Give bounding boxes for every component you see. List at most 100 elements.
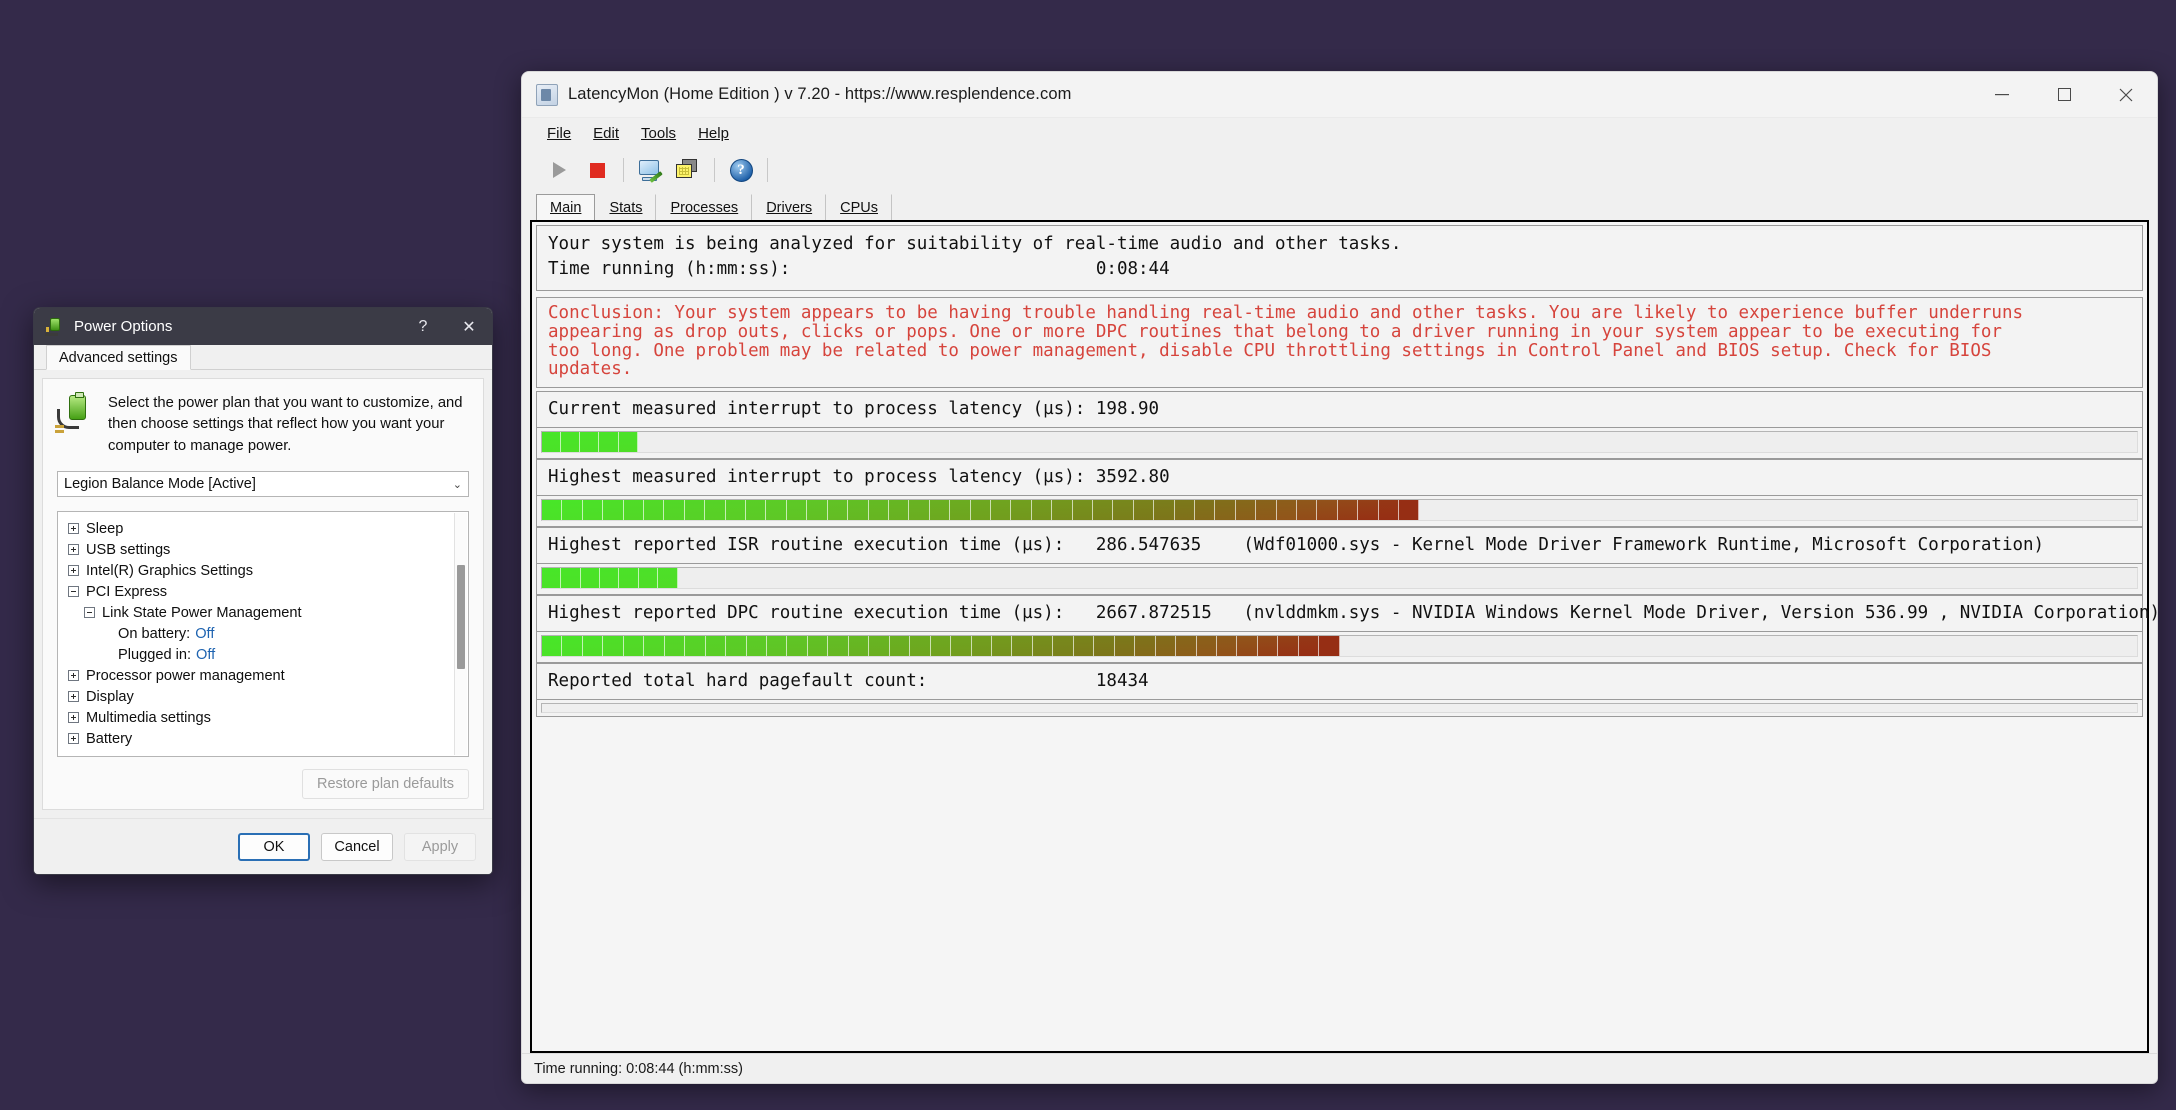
bar-segment xyxy=(970,500,991,521)
expand-icon[interactable] xyxy=(68,691,79,703)
power-settings-tree[interactable]: Sleep USB settings Intel(R) Graphics Setti… xyxy=(57,511,469,757)
power-options-titlebar[interactable]: Power Options ? ✕ xyxy=(34,308,492,345)
bar-segment xyxy=(1237,636,1258,657)
chevron-down-icon: ⌄ xyxy=(452,478,462,491)
bar-segment xyxy=(888,500,910,521)
tree-item-label: PCI Express xyxy=(86,583,168,600)
latencymon-statusbar: Time running: 0:08:44 (h:mm:ss) xyxy=(522,1053,2157,1083)
bar-segment xyxy=(580,568,601,589)
bar-segment xyxy=(664,636,686,657)
tab-main-label: Main xyxy=(550,200,582,216)
tab-advanced-settings[interactable]: Advanced settings xyxy=(46,345,191,370)
bar-segment xyxy=(1052,500,1073,521)
bar-segment xyxy=(685,636,706,657)
bar-segment xyxy=(600,568,620,589)
tree-item[interactable]: Display xyxy=(62,686,468,707)
bar-segment xyxy=(889,636,911,657)
tree-item[interactable]: Sleep xyxy=(62,518,468,539)
tree-item[interactable]: Multimedia settings xyxy=(62,707,468,728)
bar-segment xyxy=(1174,500,1195,521)
tree-item-label: Plugged in: xyxy=(118,646,192,663)
pagefault-metric: Reported total hard pagefault count: 184… xyxy=(536,663,2143,718)
tree-item-value[interactable]: Off xyxy=(196,647,215,663)
conclusion-line-1: Conclusion: Your system appears to be ha… xyxy=(548,302,2024,323)
bar-segment xyxy=(1113,500,1134,521)
maximize-icon[interactable] xyxy=(2033,72,2095,117)
menu-edit[interactable]: Edit xyxy=(582,122,630,145)
help-icon[interactable]: ? xyxy=(400,308,446,345)
tab-processes[interactable]: Processes xyxy=(656,194,753,220)
cancel-button[interactable]: Cancel xyxy=(321,832,393,861)
tree-item[interactable]: PCI Express xyxy=(62,581,468,602)
metric-bar-track xyxy=(541,567,2138,590)
expand-icon[interactable] xyxy=(68,670,79,682)
bar-segment xyxy=(951,636,972,657)
latencymon-menubar: File Edit Tools Help xyxy=(522,118,2157,149)
bar-segment xyxy=(1114,636,1136,657)
bar-segment xyxy=(1094,636,1115,657)
tree-item-label: On battery: xyxy=(118,625,191,642)
tab-processes-label: Processes xyxy=(670,200,739,216)
menu-edit-label: Edit xyxy=(593,125,620,142)
tree-item[interactable]: Intel(R) Graphics Settings xyxy=(62,560,468,581)
tree-scrollbar[interactable] xyxy=(454,513,467,755)
restore-plan-defaults-button[interactable]: Restore plan defaults xyxy=(301,769,469,799)
latencymon-titlebar[interactable]: LatencyMon (Home Edition ) v 7.20 - http… xyxy=(522,72,2157,118)
bar-segment xyxy=(787,636,808,657)
tree-item-value[interactable]: Off xyxy=(195,626,214,642)
collapse-icon[interactable] xyxy=(68,586,79,598)
bar-segment xyxy=(1053,636,1074,657)
tab-stats[interactable]: Stats xyxy=(595,194,657,220)
bar-segment xyxy=(746,636,767,657)
close-icon[interactable] xyxy=(2095,72,2157,117)
bar-segment xyxy=(582,500,604,521)
tab-main[interactable]: Main xyxy=(536,194,596,221)
bar-segment xyxy=(561,568,581,589)
windows-button[interactable] xyxy=(669,153,707,187)
metric-bar-fill xyxy=(542,500,1420,521)
tab-cpus[interactable]: CPUs xyxy=(826,194,892,220)
expand-icon[interactable] xyxy=(68,733,79,745)
tree-item-label: Sleep xyxy=(86,520,124,537)
bar-segment xyxy=(1337,500,1359,521)
toolbar-separator-3 xyxy=(767,158,768,182)
power-plug-icon xyxy=(45,317,65,337)
expand-icon[interactable] xyxy=(68,523,79,535)
metric-label: Highest reported DPC routine execution t… xyxy=(536,595,2157,632)
expand-icon[interactable] xyxy=(68,565,79,577)
help-button[interactable]: ? xyxy=(722,153,760,187)
expand-icon[interactable] xyxy=(68,544,79,556)
tree-item[interactable]: Link State Power Management xyxy=(62,602,468,623)
tree-item[interactable]: Processor power management xyxy=(62,665,468,686)
play-icon xyxy=(552,162,566,178)
tree-item[interactable]: USB settings xyxy=(62,539,468,560)
bar-segment xyxy=(766,500,787,521)
tree-item[interactable]: On battery: Off xyxy=(62,623,468,644)
menu-file[interactable]: File xyxy=(536,122,582,145)
bar-segment xyxy=(1399,500,1420,521)
menu-tools[interactable]: Tools xyxy=(630,122,687,145)
bar-segment xyxy=(910,636,931,657)
tree-scrollbar-thumb[interactable] xyxy=(457,565,465,670)
start-button[interactable] xyxy=(540,153,578,187)
tree-item[interactable]: Battery xyxy=(62,728,468,749)
menu-tools-label: Tools xyxy=(641,125,677,142)
tree-item-label: Intel(R) Graphics Settings xyxy=(86,562,254,579)
bar-segment xyxy=(848,636,870,657)
report-button[interactable] xyxy=(631,153,669,187)
latencymon-app-icon xyxy=(536,83,558,106)
menu-help[interactable]: Help xyxy=(687,122,740,145)
power-plan-select[interactable]: Legion Balance Mode [Active] ⌄ xyxy=(57,471,469,498)
ok-button[interactable]: OK xyxy=(238,832,310,861)
minimize-icon[interactable] xyxy=(1971,72,2033,117)
conclusion-line-4: updates. xyxy=(548,359,633,380)
expand-icon[interactable] xyxy=(68,712,79,724)
close-icon[interactable]: ✕ xyxy=(446,308,492,345)
stop-button[interactable] xyxy=(578,153,616,187)
tree-item[interactable]: Plugged in: Off xyxy=(62,644,468,665)
cascade-windows-icon xyxy=(676,159,700,181)
power-options-description-row: Select the power plan that you want to c… xyxy=(55,392,469,457)
collapse-icon[interactable] xyxy=(84,607,95,619)
tab-drivers[interactable]: Drivers xyxy=(752,194,827,220)
bar-segment xyxy=(618,432,638,453)
